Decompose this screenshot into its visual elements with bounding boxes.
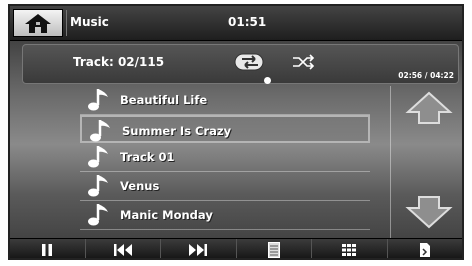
- playlist: Beautiful Life Summer Is Crazy Track 01 Ven…: [80, 86, 370, 230]
- home-icon: [25, 14, 51, 33]
- status-bar: Music 01:51: [10, 6, 462, 41]
- scroll-down-arrow-icon[interactable]: [405, 194, 453, 230]
- progress-indicator[interactable]: [264, 77, 271, 84]
- playlist-item[interactable]: Manic Monday: [80, 201, 370, 230]
- previous-button[interactable]: [86, 239, 161, 258]
- file-button[interactable]: [388, 239, 463, 258]
- file-icon: [419, 243, 430, 257]
- song-title: Venus: [120, 179, 160, 193]
- music-note-icon: [90, 120, 110, 142]
- song-title: Summer Is Crazy: [122, 124, 232, 138]
- music-screen: Music 01:51 Track: 02/115 02:56 / 04:22 …: [8, 4, 464, 260]
- previous-icon: [113, 244, 132, 256]
- app-title: Music: [70, 15, 109, 29]
- grid-button[interactable]: [312, 239, 388, 258]
- music-note-icon: [88, 175, 108, 197]
- music-note-icon: [88, 204, 108, 226]
- song-title: Track 01: [120, 150, 175, 164]
- track-counter: Track: 02/115: [73, 55, 165, 69]
- track-header: Track: 02/115 02:56 / 04:22: [22, 44, 459, 84]
- bottom-toolbar: [10, 238, 463, 258]
- next-button[interactable]: [161, 239, 237, 258]
- home-button[interactable]: [13, 9, 63, 37]
- clock: 01:51: [228, 15, 267, 29]
- playlist-item[interactable]: Summer Is Crazy: [80, 115, 370, 143]
- playlist-item[interactable]: Venus: [80, 172, 370, 201]
- music-note-icon: [88, 89, 108, 111]
- time-label: 02:56 / 04:22: [398, 71, 454, 80]
- scroll-column: [390, 86, 462, 238]
- grid-icon: [342, 244, 357, 256]
- scroll-up-arrow-icon[interactable]: [405, 90, 453, 126]
- song-title: Beautiful Life: [120, 93, 208, 107]
- song-title: Manic Monday: [120, 208, 213, 222]
- next-icon: [189, 244, 208, 256]
- list-button[interactable]: [237, 239, 312, 258]
- divider: [66, 10, 67, 36]
- pause-button[interactable]: [10, 239, 86, 258]
- repeat-icon[interactable]: [233, 51, 267, 73]
- pause-icon: [42, 244, 53, 256]
- list-icon: [267, 242, 280, 258]
- shuffle-icon[interactable]: [291, 53, 315, 71]
- music-note-icon: [88, 146, 108, 168]
- playlist-item[interactable]: Beautiful Life: [80, 86, 370, 115]
- playlist-item[interactable]: Track 01: [80, 143, 370, 172]
